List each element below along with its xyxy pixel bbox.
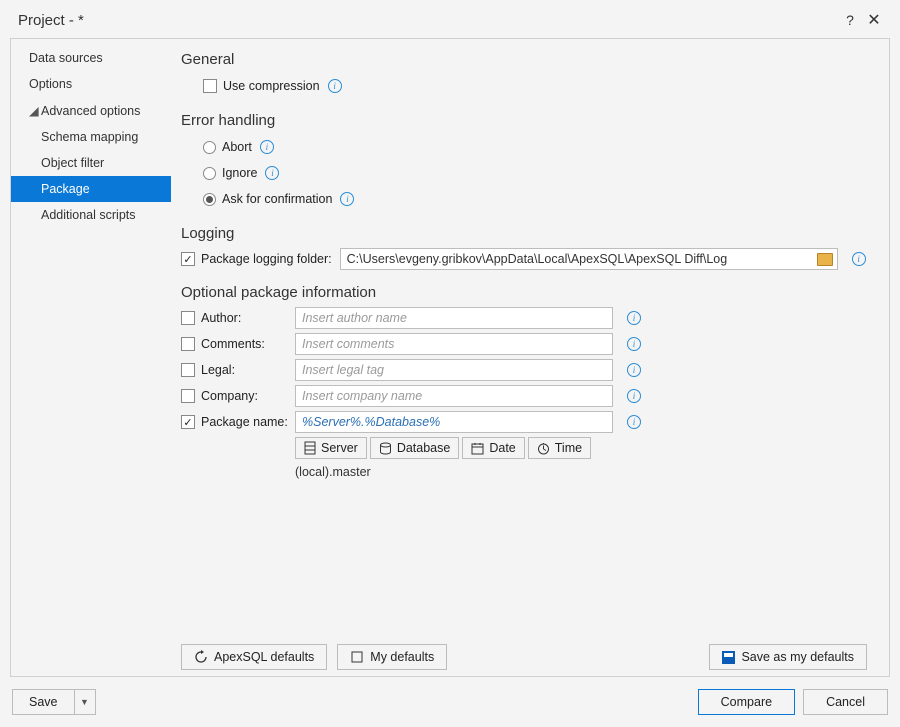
- author-input[interactable]: [295, 307, 613, 329]
- ask-radio[interactable]: [203, 193, 216, 206]
- info-icon[interactable]: i: [627, 311, 641, 325]
- chevron-down-icon: ▼: [80, 697, 89, 707]
- time-token-button[interactable]: Time: [528, 437, 591, 459]
- date-token-button[interactable]: Date: [462, 437, 524, 459]
- package-name-field-label: Package name:: [201, 415, 288, 429]
- section-logging-heading: Logging: [181, 225, 867, 242]
- comments-checkbox[interactable]: [181, 337, 195, 351]
- database-token-button[interactable]: Database: [370, 437, 460, 459]
- help-icon[interactable]: ?: [838, 12, 862, 28]
- save-button[interactable]: Save: [12, 689, 74, 715]
- info-icon[interactable]: i: [265, 166, 279, 180]
- cancel-button[interactable]: Cancel: [803, 689, 888, 715]
- sidebar-item-schema-mapping[interactable]: Schema mapping: [11, 124, 171, 150]
- info-icon[interactable]: i: [627, 415, 641, 429]
- compare-button[interactable]: Compare: [698, 689, 795, 715]
- server-token-button[interactable]: Server: [295, 437, 367, 459]
- package-name-preview: (local).master: [295, 465, 867, 479]
- info-icon[interactable]: i: [852, 252, 866, 266]
- use-compression-label: Use compression: [223, 79, 320, 93]
- legal-field-label: Legal:: [201, 363, 235, 377]
- browse-folder-button[interactable]: [817, 253, 833, 269]
- info-icon[interactable]: i: [627, 337, 641, 351]
- info-icon[interactable]: i: [328, 79, 342, 93]
- company-checkbox[interactable]: [181, 389, 195, 403]
- nav-sidebar: Data sources Options ◢Advanced options S…: [11, 39, 171, 676]
- sidebar-item-additional-scripts[interactable]: Additional scripts: [11, 202, 171, 228]
- window-title: Project - *: [18, 12, 84, 29]
- section-general-heading: General: [181, 51, 867, 68]
- ignore-label: Ignore: [222, 166, 257, 180]
- settings-panel: General Use compression i Error handling…: [171, 39, 889, 676]
- company-field-label: Company:: [201, 389, 258, 403]
- author-field-label: Author:: [201, 311, 241, 325]
- section-optional-heading: Optional package information: [181, 284, 867, 301]
- folder-icon: [817, 253, 833, 266]
- calendar-icon: [471, 442, 484, 455]
- package-name-checkbox[interactable]: [181, 415, 195, 429]
- legal-input[interactable]: [295, 359, 613, 381]
- package-name-input[interactable]: [295, 411, 613, 433]
- sidebar-item-data-sources[interactable]: Data sources: [11, 45, 171, 71]
- my-defaults-button[interactable]: My defaults: [337, 644, 447, 670]
- comments-input[interactable]: [295, 333, 613, 355]
- save-dropdown-button[interactable]: ▼: [74, 689, 96, 715]
- info-icon[interactable]: i: [627, 363, 641, 377]
- logging-folder-label: Package logging folder:: [201, 252, 332, 266]
- sidebar-item-advanced-options[interactable]: ◢Advanced options: [11, 97, 171, 124]
- info-icon[interactable]: i: [340, 192, 354, 206]
- titlebar: Project - * ? ✕: [0, 0, 900, 38]
- dialog-footer: Save ▼ Compare Cancel: [0, 677, 900, 727]
- reset-icon: [194, 650, 208, 664]
- sidebar-item-package[interactable]: Package: [11, 176, 171, 202]
- close-icon[interactable]: ✕: [862, 10, 886, 30]
- sidebar-item-object-filter[interactable]: Object filter: [11, 150, 171, 176]
- logging-folder-input[interactable]: [340, 248, 838, 270]
- info-icon[interactable]: i: [627, 389, 641, 403]
- legal-checkbox[interactable]: [181, 363, 195, 377]
- dialog-frame: Data sources Options ◢Advanced options S…: [10, 38, 890, 677]
- chevron-down-icon[interactable]: ◢: [29, 103, 39, 118]
- use-compression-checkbox[interactable]: [203, 79, 217, 93]
- database-icon: [379, 442, 392, 455]
- server-icon: [304, 441, 316, 455]
- comments-field-label: Comments:: [201, 337, 265, 351]
- floppy-icon: [722, 651, 735, 664]
- save-as-my-defaults-button[interactable]: Save as my defaults: [709, 644, 867, 670]
- load-icon: [350, 650, 364, 664]
- project-dialog: Project - * ? ✕ Data sources Options ◢Ad…: [0, 0, 900, 727]
- sidebar-item-options[interactable]: Options: [11, 71, 171, 97]
- abort-label: Abort: [222, 140, 252, 154]
- apexsql-defaults-button[interactable]: ApexSQL defaults: [181, 644, 327, 670]
- ask-label: Ask for confirmation: [222, 192, 332, 206]
- ignore-radio[interactable]: [203, 167, 216, 180]
- clock-icon: [537, 442, 550, 455]
- section-error-heading: Error handling: [181, 112, 867, 129]
- abort-radio[interactable]: [203, 141, 216, 154]
- logging-folder-checkbox[interactable]: [181, 252, 195, 266]
- info-icon[interactable]: i: [260, 140, 274, 154]
- company-input[interactable]: [295, 385, 613, 407]
- author-checkbox[interactable]: [181, 311, 195, 325]
